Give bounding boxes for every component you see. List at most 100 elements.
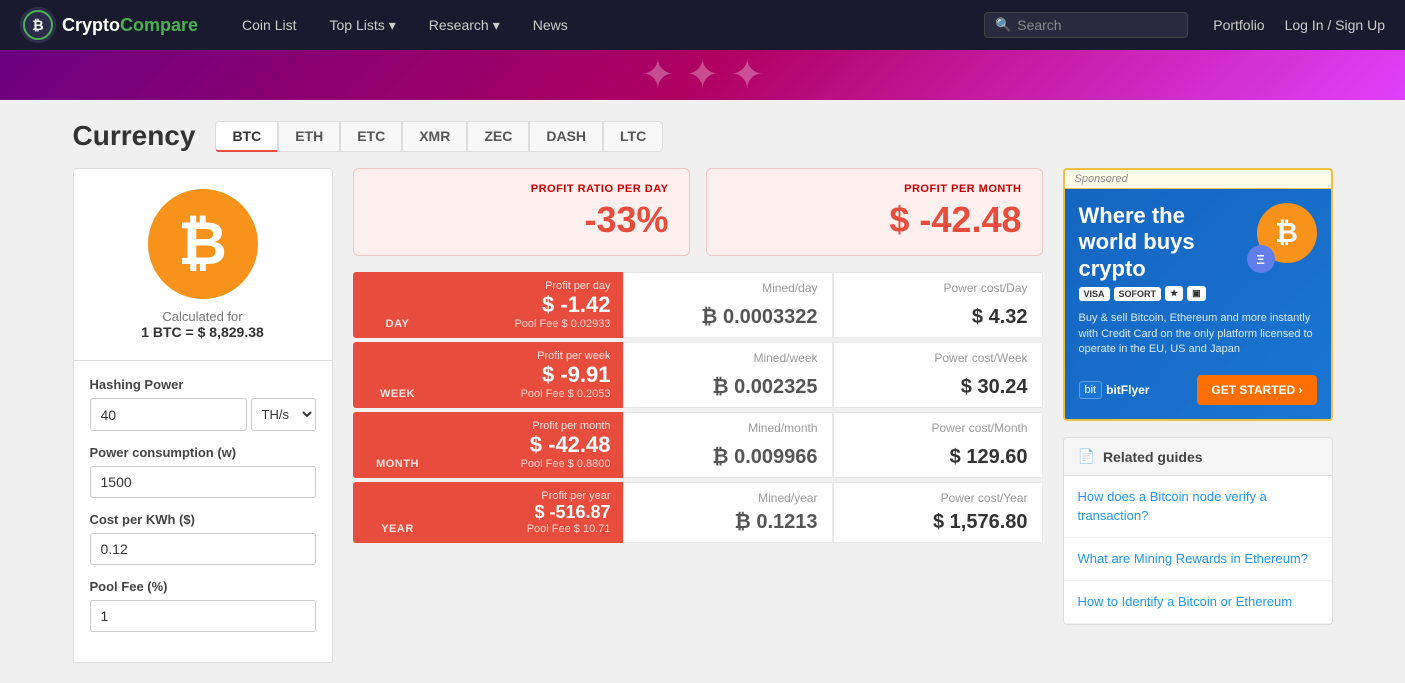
bitflyer-logo: bitFlyer (1106, 383, 1149, 397)
mined-day: Mined/day ₿ 0.0003322 (623, 272, 833, 338)
ad-box: Sponsored Where the world buys crypto VI… (1063, 168, 1333, 421)
search-box: 🔍 (984, 12, 1188, 38)
top-banner: ✦ ✦ ✦ (0, 50, 1405, 100)
portfolio-link[interactable]: Portfolio (1213, 17, 1264, 33)
coin-display: ₿ Calculated for 1 BTC = $ 8,829.38 (73, 168, 333, 361)
profit-month-card: PROFIT PER MONTH $ -42.48 (706, 168, 1043, 256)
nav-right: Portfolio Log In / Sign Up (1213, 17, 1385, 33)
table-row: YEAR Profit per year $ -516.87 Pool Fee … (353, 482, 1043, 543)
ad-content: Where the world buys crypto VISA SOFORT … (1065, 189, 1331, 419)
table-row: DAY Profit per day $ -1.42 Pool Fee $ 0.… (353, 272, 1043, 338)
page-title: Currency (73, 120, 196, 152)
payment-icon-3: ★ (1165, 286, 1183, 301)
table-row: WEEK Profit per week $ -9.91 Pool Fee $ … (353, 342, 1043, 408)
profit-week: Profit per week $ -9.91 Pool Fee $ 0.205… (443, 342, 623, 408)
svg-text:₿: ₿ (32, 17, 43, 33)
content-grid: ₿ Calculated for 1 BTC = $ 8,829.38 Hash… (73, 168, 1333, 663)
btc-coin-icon: ₿ (148, 189, 258, 299)
profit-month-label: PROFIT PER MONTH (727, 183, 1022, 195)
form-panel: Hashing Power TH/s GH/s MH/s Power consu… (73, 361, 333, 663)
period-week: WEEK (353, 342, 443, 408)
tab-etc[interactable]: ETC (340, 121, 402, 152)
power-month: Power cost/Month $ 129.60 (833, 412, 1043, 478)
tab-eth[interactable]: ETH (278, 121, 340, 152)
logo-icon: ₿ (20, 7, 56, 43)
sofort-icon: SOFORT (1114, 287, 1162, 301)
visa-icon: VISA (1079, 287, 1110, 301)
ad-sponsored-label: Sponsored (1065, 170, 1331, 189)
profit-ratio-card: PROFIT RATIO PER DAY -33% (353, 168, 690, 256)
guide-link-3[interactable]: How to Identify a Bitcoin or Ethereum (1064, 581, 1332, 624)
bitflyer-icon: bit (1079, 381, 1103, 399)
ad-eth-icon: Ξ (1247, 245, 1275, 273)
tab-btc[interactable]: BTC (215, 121, 278, 152)
power-day: Power cost/Day $ 4.32 (833, 272, 1043, 338)
power-consumption-label: Power consumption (w) (90, 445, 316, 460)
main-content: Currency BTC ETH ETC XMR ZEC DASH LTC ₿ … (53, 100, 1353, 683)
brand-crypto: Crypto (62, 15, 120, 35)
chevron-down-icon-research: ▾ (493, 17, 500, 34)
period-year: YEAR (353, 482, 443, 543)
related-guides-header: 📄 Related guides (1064, 438, 1332, 476)
hashing-power-input[interactable] (90, 398, 247, 431)
period-month: MONTH (353, 412, 443, 478)
profit-day: Profit per day $ -1.42 Pool Fee $ 0.0293… (443, 272, 623, 338)
power-consumption-group: Power consumption (w) (90, 445, 316, 498)
currency-header: Currency BTC ETH ETC XMR ZEC DASH LTC (73, 120, 1333, 152)
right-panel: Sponsored Where the world buys crypto VI… (1063, 168, 1333, 663)
mined-week: Mined/week ₿ 0.002325 (623, 342, 833, 408)
cost-per-kwh-input[interactable] (90, 533, 316, 565)
center-panel: PROFIT RATIO PER DAY -33% PROFIT PER MON… (353, 168, 1043, 663)
chevron-down-icon: ▾ (389, 17, 396, 34)
nav-research[interactable]: Research ▾ (415, 11, 514, 40)
currency-tabs: BTC ETH ETC XMR ZEC DASH LTC (215, 121, 663, 152)
power-consumption-input[interactable] (90, 466, 316, 498)
ad-cta-button[interactable]: GET STARTED › (1197, 375, 1316, 405)
payment-icon-4: ▣ (1187, 286, 1206, 301)
tab-dash[interactable]: DASH (529, 121, 603, 152)
table-row: MONTH Profit per month $ -42.48 Pool Fee… (353, 412, 1043, 478)
nav-coin-list[interactable]: Coin List (228, 11, 310, 39)
profit-summary: PROFIT RATIO PER DAY -33% PROFIT PER MON… (353, 168, 1043, 256)
pool-fee-group: Pool Fee (%) (90, 579, 316, 632)
profit-year: Profit per year $ -516.87 Pool Fee $ 10.… (443, 482, 623, 543)
calc-label: Calculated for (162, 309, 242, 324)
calc-value: 1 BTC = $ 8,829.38 (141, 324, 264, 340)
guide-link-1[interactable]: How does a Bitcoin node verify a transac… (1064, 476, 1332, 537)
profit-ratio-value: -33% (374, 199, 669, 241)
brand[interactable]: ₿ CryptoCompare (20, 7, 198, 43)
related-guides-box: 📄 Related guides How does a Bitcoin node… (1063, 437, 1333, 625)
profit-month-value: $ -42.48 (727, 199, 1022, 241)
nav-news[interactable]: News (519, 11, 582, 39)
guide-link-2[interactable]: What are Mining Rewards in Ethereum? (1064, 538, 1332, 581)
pool-fee-input[interactable] (90, 600, 316, 632)
mined-month: Mined/month ₿ 0.009966 (623, 412, 833, 478)
hashing-power-label: Hashing Power (90, 377, 316, 392)
tab-ltc[interactable]: LTC (603, 121, 663, 152)
ad-title: Where the world buys crypto (1079, 203, 1247, 282)
tab-xmr[interactable]: XMR (402, 121, 467, 152)
mined-year: Mined/year ₿ 0.1213 (623, 482, 833, 543)
cost-per-kwh-label: Cost per KWh ($) (90, 512, 316, 527)
search-input[interactable] (1017, 17, 1177, 33)
hashing-power-group: Hashing Power TH/s GH/s MH/s (90, 377, 316, 431)
profit-ratio-label: PROFIT RATIO PER DAY (374, 183, 669, 195)
profit-month: Profit per month $ -42.48 Pool Fee $ 0.8… (443, 412, 623, 478)
cost-per-kwh-group: Cost per KWh ($) (90, 512, 316, 565)
data-rows: DAY Profit per day $ -1.42 Pool Fee $ 0.… (353, 272, 1043, 543)
tab-zec[interactable]: ZEC (467, 121, 529, 152)
left-panel: ₿ Calculated for 1 BTC = $ 8,829.38 Hash… (73, 168, 333, 663)
nav-links: Coin List Top Lists ▾ Research ▾ News (228, 11, 959, 40)
pool-fee-label: Pool Fee (%) (90, 579, 316, 594)
document-icon: 📄 (1078, 448, 1095, 465)
ad-description: Buy & sell Bitcoin, Ethereum and more in… (1079, 311, 1317, 357)
power-week: Power cost/Week $ 30.24 (833, 342, 1043, 408)
period-day: DAY (353, 272, 443, 338)
search-icon: 🔍 (995, 17, 1011, 33)
login-link[interactable]: Log In / Sign Up (1285, 17, 1385, 33)
navbar: ₿ CryptoCompare Coin List Top Lists ▾ Re… (0, 0, 1405, 50)
power-year: Power cost/Year $ 1,576.80 (833, 482, 1043, 543)
nav-top-lists[interactable]: Top Lists ▾ (316, 11, 410, 40)
hashing-power-unit-select[interactable]: TH/s GH/s MH/s (251, 398, 316, 431)
brand-compare: Compare (120, 15, 198, 35)
